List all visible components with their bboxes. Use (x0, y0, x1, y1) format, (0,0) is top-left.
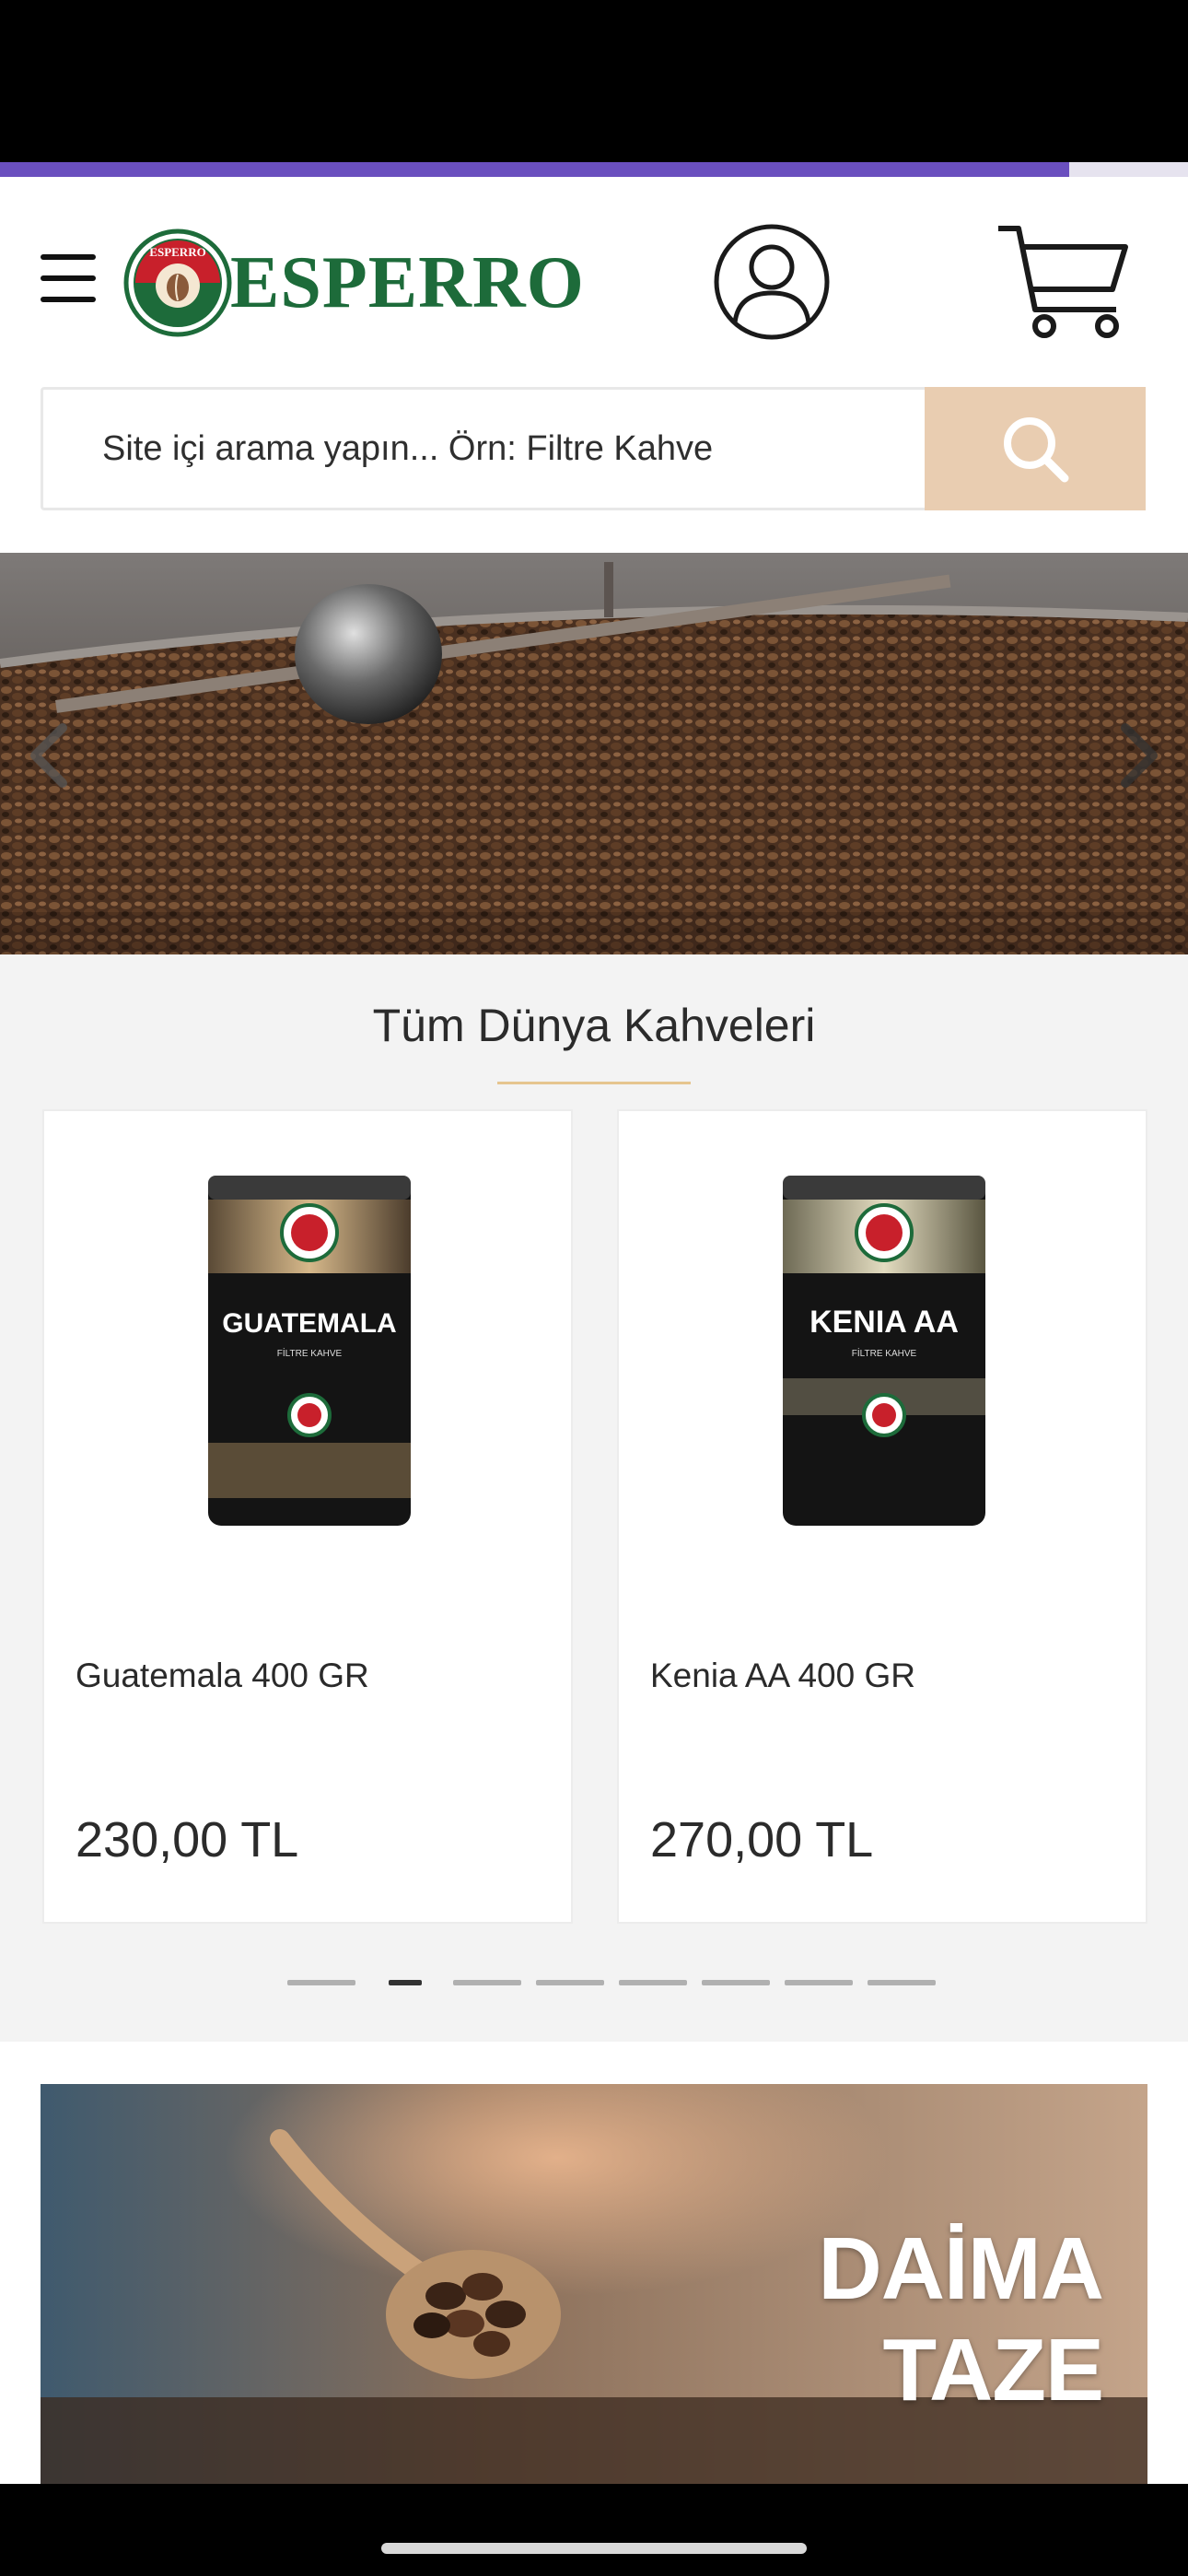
product-card[interactable]: KENIA AA FİLTRE KAHVE Kenia AA 400 GR 27… (617, 1109, 1147, 1924)
hero-slider[interactable] (0, 553, 1188, 954)
carousel-dot[interactable] (389, 1980, 422, 1985)
page-load-progress (0, 162, 1188, 177)
carousel-dot[interactable] (536, 1980, 604, 1985)
logo-emblem-icon: ESPERRO (123, 228, 232, 337)
logo-badge-text: ESPERRO (149, 245, 205, 259)
search-button[interactable] (925, 387, 1146, 510)
carousel-dot[interactable] (868, 1980, 936, 1985)
carousel-dot[interactable] (453, 1980, 521, 1985)
carousel-dot[interactable] (785, 1980, 853, 1985)
slider-next-arrow[interactable] (1112, 719, 1168, 792)
product-can-subtitle: FİLTRE KAHVE (852, 1347, 917, 1359)
page-load-progress-fill (0, 162, 1069, 177)
slider-prev-arrow[interactable] (20, 719, 76, 792)
promo-text-line2: TAZE (882, 2321, 1104, 2419)
site-search (41, 387, 1146, 510)
user-account-icon[interactable] (713, 223, 831, 341)
product-can-label: KENIA AA (809, 1305, 959, 1340)
system-navigation-bar (0, 2484, 1188, 2576)
promo-text-line1: DAİMA (818, 2219, 1104, 2318)
product-image: KENIA AA FİLTRE KAHVE (783, 1176, 985, 1526)
product-card[interactable]: GUATEMALA FİLTRE KAHVE Guatemala 400 GR … (42, 1109, 573, 1924)
carousel-dot[interactable] (702, 1980, 770, 1985)
hero-coffee-roaster-image (0, 553, 1188, 954)
section-title: Tüm Dünya Kahveleri (372, 1000, 816, 1051)
product-image: GUATEMALA FİLTRE KAHVE (208, 1176, 411, 1526)
status-bar (0, 0, 1188, 162)
product-price: 230,00 TL (76, 1812, 299, 1868)
home-indicator[interactable] (381, 2543, 807, 2554)
hamburger-menu-button[interactable] (41, 251, 96, 306)
carousel-dot[interactable] (619, 1980, 687, 1985)
shopping-cart-icon[interactable] (995, 221, 1133, 341)
menu-icon-bar (41, 275, 96, 281)
product-name[interactable]: Kenia AA 400 GR (650, 1657, 915, 1695)
product-name[interactable]: Guatemala 400 GR (76, 1657, 369, 1695)
product-price: 270,00 TL (650, 1812, 874, 1868)
menu-icon-bar (41, 297, 96, 302)
carousel-pagination (0, 1980, 1188, 1987)
search-input[interactable] (45, 392, 920, 506)
promo-banner[interactable]: DAİMA TAZE (41, 2084, 1147, 2484)
esperro-logo[interactable]: ESPERRO ESPERRO (123, 228, 584, 337)
carousel-dot[interactable] (287, 1980, 355, 1985)
menu-icon-bar (41, 254, 96, 260)
section-title-underline (497, 1082, 691, 1084)
product-can-label: GUATEMALA (222, 1308, 396, 1339)
product-can-subtitle: FİLTRE KAHVE (277, 1347, 343, 1359)
logo-text: ESPERRO (230, 242, 585, 323)
search-icon (1004, 417, 1069, 483)
